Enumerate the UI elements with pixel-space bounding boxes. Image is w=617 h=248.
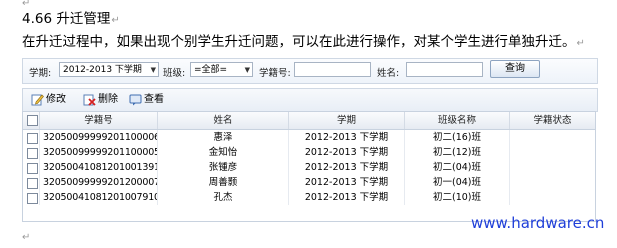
cell-status bbox=[510, 145, 595, 160]
row-select-cell bbox=[23, 175, 40, 190]
action-toolbar: 修改 删除 查看 bbox=[22, 88, 598, 112]
row-checkbox[interactable] bbox=[27, 178, 38, 189]
edit-button[interactable]: 修改 bbox=[31, 92, 66, 108]
cell-class: 初二(12)班 bbox=[405, 145, 510, 160]
cell-name: 金知怡 bbox=[158, 145, 289, 160]
column-header-term[interactable]: 学期 bbox=[289, 112, 405, 129]
section-title: 4.66 升迁管理↵ bbox=[22, 10, 120, 30]
row-select-cell bbox=[23, 130, 40, 145]
class-label: 班级: bbox=[163, 68, 186, 79]
dropdown-arrow-icon: ▼ bbox=[244, 66, 250, 74]
paragraph-mark-top: ↵ bbox=[22, 0, 31, 9]
section-description: 在升迁过程中，如果出现个别学生升迁问题，可以在此进行操作，对某个学生进行单独升迁… bbox=[22, 33, 585, 53]
section-description-text: 在升迁过程中，如果出现个别学生升迁问题，可以在此进行操作，对某个学生进行单独升迁… bbox=[22, 34, 576, 50]
view-label: 查看 bbox=[144, 94, 164, 105]
query-button[interactable]: 查询 bbox=[490, 60, 540, 78]
cell-status bbox=[510, 175, 595, 190]
table-row[interactable]: 32050099999201200007 周善颢 2012-2013 下学期 初一(0… bbox=[23, 175, 595, 190]
cell-name: 孔杰 bbox=[158, 190, 289, 205]
table-row[interactable]: 32050099999201100006 惠泽 2012-2013 下学期 初二(16… bbox=[23, 130, 595, 145]
table-header: 学籍号 姓名 学期 班级名称 学籍状态 bbox=[23, 112, 595, 130]
watermark-text: www.hardware.cn bbox=[471, 214, 605, 232]
column-header-name[interactable]: 姓名 bbox=[158, 112, 289, 129]
row-select-cell bbox=[23, 190, 40, 205]
cell-name: 惠泽 bbox=[158, 130, 289, 145]
cell-status bbox=[510, 160, 595, 175]
cell-term: 2012-2013 下学期 bbox=[289, 190, 405, 205]
cell-class: 初二(10)班 bbox=[405, 190, 510, 205]
select-all-checkbox[interactable] bbox=[27, 115, 38, 126]
paragraph-mark: ↵ bbox=[111, 15, 120, 26]
name-input[interactable] bbox=[406, 62, 483, 77]
delete-icon bbox=[83, 94, 96, 106]
column-header-status[interactable]: 学籍状态 bbox=[510, 112, 595, 129]
select-all-cell bbox=[23, 112, 40, 129]
student-id-label: 学籍号: bbox=[259, 68, 291, 79]
view-button[interactable]: 查看 bbox=[129, 92, 164, 108]
cell-status bbox=[510, 130, 595, 145]
cell-term: 2012-2013 下学期 bbox=[289, 130, 405, 145]
section-title-text: 4.66 升迁管理 bbox=[22, 11, 111, 27]
cell-name: 张锺彦 bbox=[158, 160, 289, 175]
row-checkbox[interactable] bbox=[27, 133, 38, 144]
cell-student-id: 32050099999201200007 bbox=[40, 175, 158, 190]
class-select[interactable]: =全部= ▼ bbox=[190, 62, 253, 77]
table-row[interactable]: 32050041081201007910 孔杰 2012-2013 下学期 初二(10… bbox=[23, 190, 595, 205]
cell-student-id: 32050099999201100005 bbox=[40, 145, 158, 160]
name-label: 姓名: bbox=[377, 68, 400, 79]
delete-button[interactable]: 删除 bbox=[83, 92, 118, 108]
cell-student-id: 32050041081201001391 bbox=[40, 160, 158, 175]
student-table: 学籍号 姓名 学期 班级名称 学籍状态 32050099999201100006… bbox=[22, 111, 596, 222]
delete-label: 删除 bbox=[98, 94, 118, 105]
class-select-value: =全部= bbox=[194, 65, 228, 75]
edit-label: 修改 bbox=[46, 94, 66, 105]
row-checkbox[interactable] bbox=[27, 163, 38, 174]
term-select[interactable]: 2012-2013 下学期 ▼ bbox=[59, 62, 159, 77]
search-bar: 学期: 2012-2013 下学期 ▼ 班级: =全部= ▼ 学籍号: 姓名: … bbox=[22, 58, 598, 84]
cell-status bbox=[510, 190, 595, 205]
cell-class: 初二(16)班 bbox=[405, 130, 510, 145]
cell-term: 2012-2013 下学期 bbox=[289, 160, 405, 175]
student-id-input[interactable] bbox=[294, 62, 371, 77]
row-select-cell bbox=[23, 145, 40, 160]
cell-term: 2012-2013 下学期 bbox=[289, 145, 405, 160]
cell-student-id: 32050041081201007910 bbox=[40, 190, 158, 205]
table-row[interactable]: 32050099999201100005 金知怡 2012-2013 下学期 初二(1… bbox=[23, 145, 595, 160]
column-header-student-id[interactable]: 学籍号 bbox=[40, 112, 158, 129]
cell-name: 周善颢 bbox=[158, 175, 289, 190]
term-label: 学期: bbox=[29, 68, 52, 79]
cell-class: 初一(04)班 bbox=[405, 175, 510, 190]
paragraph-mark-bottom: ↵ bbox=[22, 232, 31, 243]
row-checkbox[interactable] bbox=[27, 148, 38, 159]
paragraph-mark: ↵ bbox=[576, 38, 585, 49]
edit-icon bbox=[31, 94, 44, 105]
row-select-cell bbox=[23, 160, 40, 175]
term-select-value: 2012-2013 下学期 bbox=[63, 65, 142, 75]
row-checkbox[interactable] bbox=[27, 193, 38, 204]
view-icon bbox=[129, 94, 142, 105]
table-row[interactable]: 32050041081201001391 张锺彦 2012-2013 下学期 初二(0… bbox=[23, 160, 595, 175]
cell-class: 初二(04)班 bbox=[405, 160, 510, 175]
dropdown-arrow-icon: ▼ bbox=[150, 66, 156, 74]
cell-student-id: 32050099999201100006 bbox=[40, 130, 158, 145]
column-header-class[interactable]: 班级名称 bbox=[405, 112, 510, 129]
cell-term: 2012-2013 下学期 bbox=[289, 175, 405, 190]
